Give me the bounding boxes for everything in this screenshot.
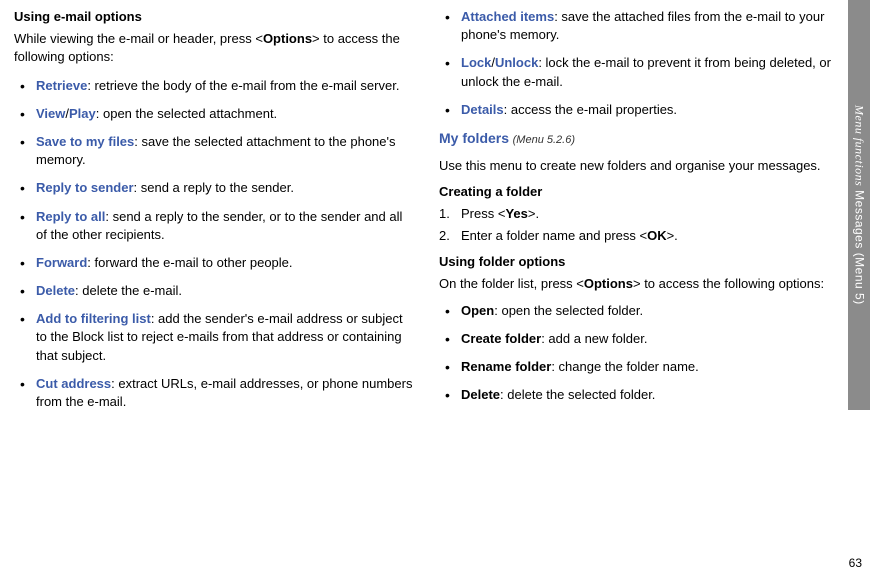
- option-view-play: View/Play: open the selected attachment.: [14, 105, 415, 123]
- step-1: 1. Press <Yes>.: [439, 205, 840, 223]
- step-yes: Yes: [505, 206, 527, 221]
- option-desc: : retrieve the body of the e-mail from t…: [87, 78, 399, 93]
- option-name: Open: [461, 303, 494, 318]
- option-name: Delete: [36, 283, 75, 298]
- option-reply-sender: Reply to sender: send a reply to the sen…: [14, 179, 415, 197]
- option-name: Details: [461, 102, 504, 117]
- option-name: Retrieve: [36, 78, 87, 93]
- step-text: >.: [667, 228, 678, 243]
- option-delete: Delete: delete the e-mail.: [14, 282, 415, 300]
- option-name: Lock: [461, 55, 491, 70]
- option-desc: : open the selected folder.: [494, 303, 643, 318]
- option-reply-all: Reply to all: send a reply to the sender…: [14, 208, 415, 244]
- page-number: 63: [849, 555, 862, 572]
- option-name: Save to my files: [36, 134, 134, 149]
- step-2: 2. Enter a folder name and press <OK>.: [439, 227, 840, 245]
- intro-options-label: Options: [263, 31, 312, 46]
- option-name: Rename folder: [461, 359, 551, 374]
- creating-folder-steps: 1. Press <Yes>. 2. Enter a folder name a…: [439, 205, 840, 245]
- option-name: Play: [69, 106, 96, 121]
- option-desc: : access the e-mail properties.: [504, 102, 677, 117]
- option-add-filtering: Add to filtering list: add the sender's …: [14, 310, 415, 365]
- option-name: Cut address: [36, 376, 111, 391]
- option-name: View: [36, 106, 65, 121]
- folder-options-list: Open: open the selected folder. Create f…: [439, 302, 840, 405]
- option-lock-unlock: Lock/Unlock: lock the e-mail to prevent …: [439, 54, 840, 90]
- option-desc: : add a new folder.: [541, 331, 647, 346]
- option-forward: Forward: forward the e-mail to other peo…: [14, 254, 415, 272]
- option-desc: : forward the e-mail to other people.: [87, 255, 292, 270]
- option-attached-items: Attached items: save the attached files …: [439, 8, 840, 44]
- intro-text: While viewing the e-mail or header, pres…: [14, 30, 415, 66]
- folder-intro: On the folder list, press <Options> to a…: [439, 275, 840, 293]
- folder-intro-part1: On the folder list, press <: [439, 276, 584, 291]
- option-name: Forward: [36, 255, 87, 270]
- folder-option-rename: Rename folder: change the folder name.: [439, 358, 840, 376]
- email-options-list: Retrieve: retrieve the body of the e-mai…: [14, 77, 415, 412]
- side-tab-italic: Menu functions: [852, 105, 866, 186]
- option-name: Delete: [461, 387, 500, 402]
- section-title-email-options: Using e-mail options: [14, 8, 415, 26]
- my-folders-heading: My folders (Menu 5.2.6): [439, 129, 840, 149]
- side-tab: Menu functions Messages (Menu 5): [848, 0, 870, 410]
- side-tab-regular: Messages (Menu 5): [852, 186, 866, 304]
- option-desc: : send a reply to the sender.: [134, 180, 294, 195]
- option-name: Reply to all: [36, 209, 105, 224]
- creating-folder-title: Creating a folder: [439, 183, 840, 201]
- option-name: Reply to sender: [36, 180, 134, 195]
- option-retrieve: Retrieve: retrieve the body of the e-mai…: [14, 77, 415, 95]
- left-column: Using e-mail options While viewing the e…: [14, 8, 415, 421]
- folder-option-delete: Delete: delete the selected folder.: [439, 386, 840, 404]
- option-name: Add to filtering list: [36, 311, 151, 326]
- my-folders-desc: Use this menu to create new folders and …: [439, 157, 840, 175]
- option-desc: : delete the selected folder.: [500, 387, 655, 402]
- menu-ref: (Menu 5.2.6): [513, 134, 575, 146]
- folder-option-open: Open: open the selected folder.: [439, 302, 840, 320]
- folder-intro-part2: > to access the following options:: [633, 276, 824, 291]
- option-desc: : delete the e-mail.: [75, 283, 182, 298]
- option-save-files: Save to my files: save the selected atta…: [14, 133, 415, 169]
- option-cut-address: Cut address: extract URLs, e-mail addres…: [14, 375, 415, 411]
- using-folder-title: Using folder options: [439, 253, 840, 271]
- step-text: >.: [528, 206, 539, 221]
- option-name: Unlock: [495, 55, 538, 70]
- option-name: Create folder: [461, 331, 541, 346]
- step-text: Press <: [461, 206, 505, 221]
- side-tab-text: Menu functions Messages (Menu 5): [851, 105, 868, 305]
- my-folders-title: My folders: [439, 130, 509, 146]
- folder-option-create: Create folder: add a new folder.: [439, 330, 840, 348]
- right-column: Attached items: save the attached files …: [439, 8, 840, 421]
- option-name: Attached items: [461, 9, 554, 24]
- option-details: Details: access the e-mail properties.: [439, 101, 840, 119]
- option-desc: : change the folder name.: [551, 359, 698, 374]
- step-ok: OK: [647, 228, 667, 243]
- email-options-list-cont: Attached items: save the attached files …: [439, 8, 840, 119]
- step-num: 1.: [439, 205, 450, 223]
- option-desc: : open the selected attachment.: [96, 106, 277, 121]
- folder-intro-options: Options: [584, 276, 633, 291]
- step-text: Enter a folder name and press <: [461, 228, 647, 243]
- step-num: 2.: [439, 227, 450, 245]
- intro-part1: While viewing the e-mail or header, pres…: [14, 31, 263, 46]
